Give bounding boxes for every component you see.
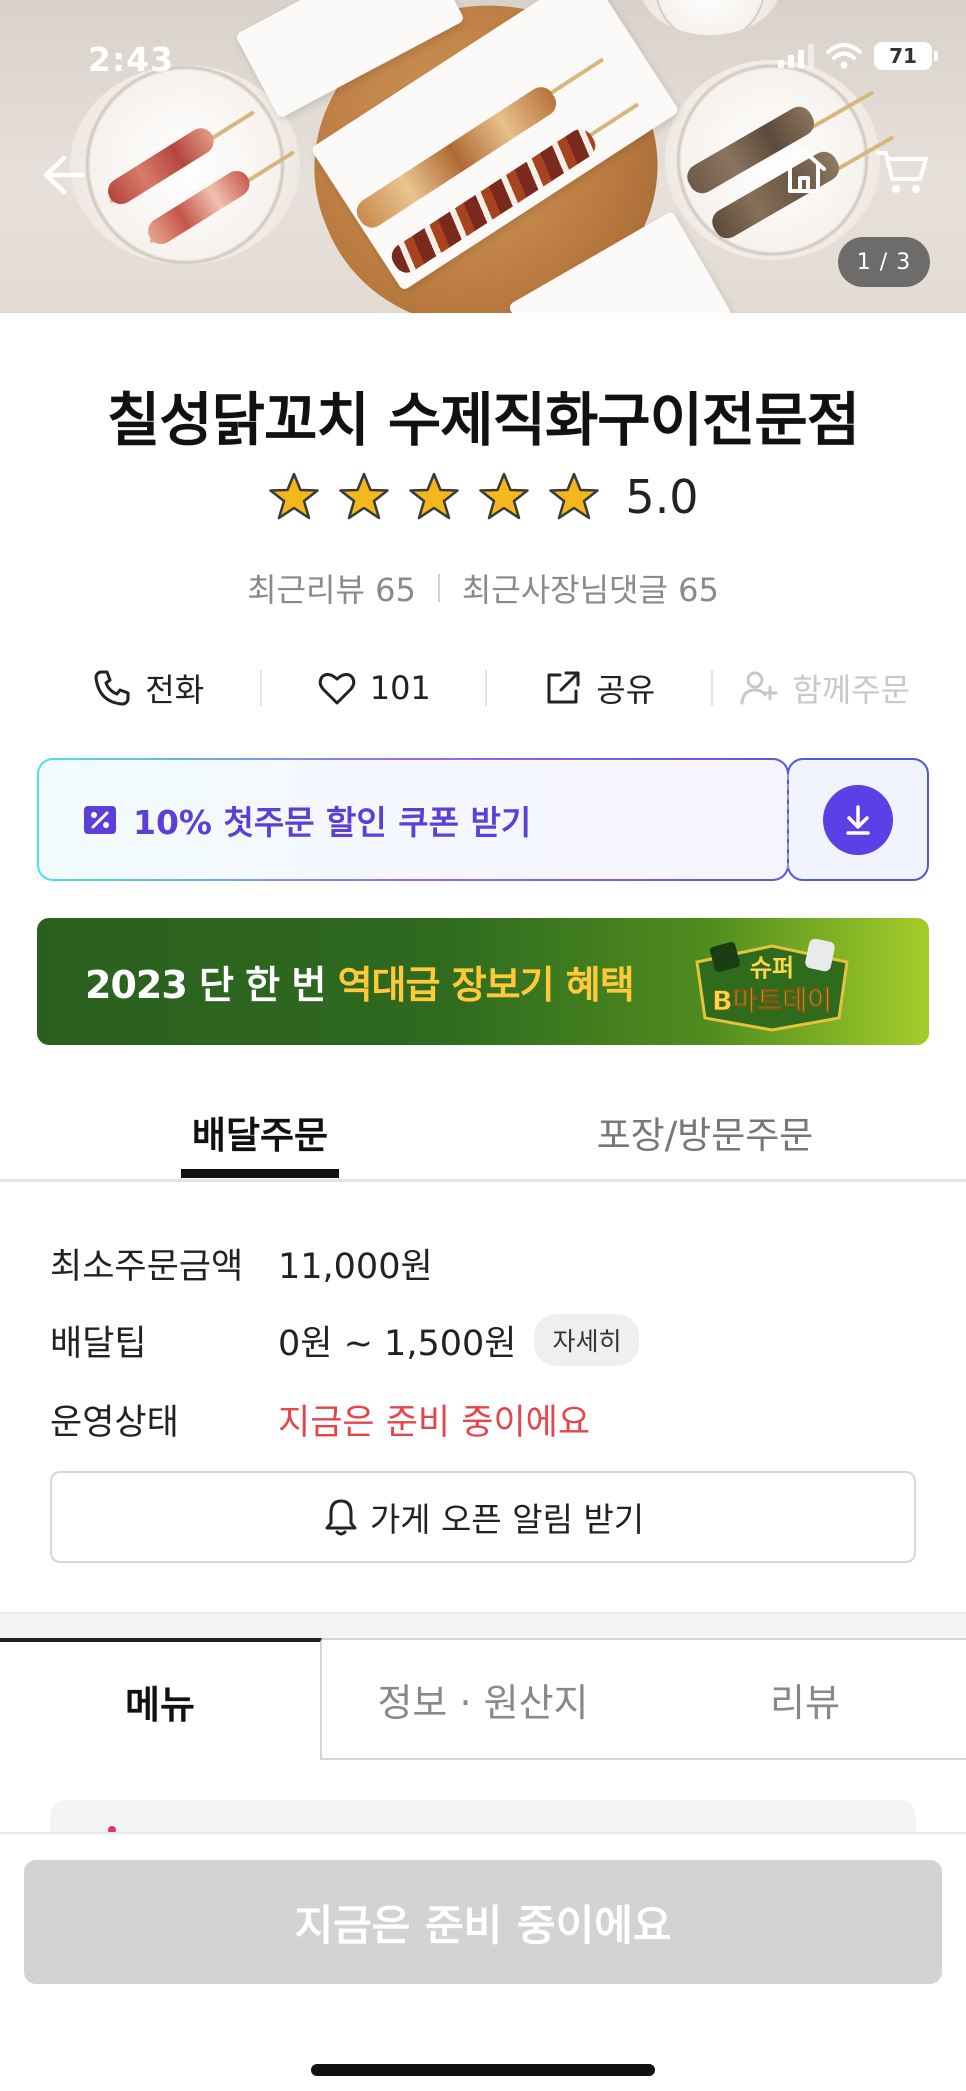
wifi-icon [826,43,862,69]
min-order-label: 최소주문금액 [50,1247,244,1287]
delivery-tip-value: 0원 ~ 1,500원 [278,1323,517,1364]
logo-line2: B마트데이 [712,986,832,1017]
bell-icon [325,1499,357,1536]
recent-owner-replies[interactable]: 최근사장님댓글 65 [462,565,719,611]
tab-info-origin[interactable]: 정보 · 원산지 [322,1638,644,1760]
add-person-icon [740,671,778,705]
battery-icon: 71 [874,42,938,70]
banner-text: 2023 단 한 번 역대급 장보기 혜택 [85,954,635,1009]
group-order-button[interactable]: 함께주문 [713,665,937,711]
min-order-value: 11,000원 [278,1247,433,1287]
store-status-row: 운영상태 지금은 준비 중이에요 [50,1394,590,1445]
store-rating[interactable]: 5.0 [0,470,966,524]
open-notification-button[interactable]: 가게 오픈 알림 받기 [50,1471,916,1563]
image-counter: 1 / 3 [838,237,930,287]
open-notification-label: 가게 오픈 알림 받기 [369,1500,645,1539]
first-order-coupon[interactable]: 10% 첫주문 할인 쿠폰 받기 [37,758,789,881]
tab-menu[interactable]: 메뉴 [0,1638,322,1760]
tab-delivery[interactable]: 배달주문 [181,1105,339,1159]
heart-icon [318,672,355,705]
call-button[interactable]: 전화 [36,665,260,711]
store-hero-image[interactable]: 2:43 71 1 / 3 [0,0,966,313]
section-divider [0,1612,966,1640]
store-status-value: 지금은 준비 중이에요 [278,1403,591,1443]
active-tab-indicator [181,1169,339,1178]
group-order-label: 함께주문 [792,671,911,709]
like-count: 101 [369,669,431,707]
status-time: 2:43 [88,40,175,79]
order-button-disabled[interactable]: 지금은 준비 중이에요 [24,1860,942,1984]
min-order-row: 최소주문금액 11,000원 [50,1238,433,1289]
star-icon [409,472,460,520]
super-bmart-day-logo: 슈퍼 B마트데이 [695,938,849,1032]
discount-coupon-icon [84,805,116,834]
bottom-order-bar: 지금은 준비 중이에요 [0,1832,966,2091]
tab-reviews[interactable]: 리뷰 [644,1638,966,1760]
home-icon[interactable] [778,145,830,197]
store-name: 칠성닭꼬치 수제직화구이전문점 [106,386,860,454]
back-arrow-icon[interactable] [36,150,86,200]
coupon-download-button[interactable] [787,758,929,881]
coupon-text: 10% 첫주문 할인 쿠폰 받기 [133,802,532,842]
cellular-signal-icon [778,44,814,68]
order-type-tabs: 배달주문 포장/방문주문 [0,1085,966,1182]
bmart-day-banner[interactable]: 2023 단 한 번 역대급 장보기 혜택 슈퍼 B마트데이 [37,918,929,1045]
delivery-tip-row: 배달팁 0원 ~ 1,500원 자세히 [50,1314,640,1366]
share-button[interactable]: 공유 [487,665,711,711]
recent-stats: 최근리뷰 65 최근사장님댓글 65 [0,565,966,611]
store-actions: 전화 101 공유 함께주문 [36,660,936,716]
star-icon [479,472,530,520]
plate-decoration [640,0,780,35]
status-icons: 71 [778,42,938,70]
rating-stars [267,471,601,523]
star-icon [339,472,390,520]
store-status-label: 운영상태 [50,1403,179,1443]
call-label: 전화 [145,671,205,709]
phone-icon [94,670,130,706]
store-section-tabs: 메뉴 정보 · 원산지 리뷰 [0,1638,966,1760]
home-indicator [311,2064,655,2076]
star-icon [549,472,600,520]
cart-icon[interactable] [874,145,930,197]
share-label: 공유 [596,671,656,709]
tab-pickup[interactable]: 포장/방문주문 [560,1105,850,1159]
delivery-tip-label: 배달팁 [50,1323,147,1364]
share-icon [547,671,580,704]
divider [437,574,440,602]
recent-reviews[interactable]: 최근리뷰 65 [247,565,416,611]
like-button[interactable]: 101 [262,667,486,709]
logo-line1: 슈퍼 [750,954,794,982]
star-icon [269,472,320,520]
download-icon [846,804,870,835]
banner-text-highlight: 역대급 장보기 혜택 [337,963,635,1007]
rating-value: 5.0 [625,470,699,524]
delivery-tip-detail-button[interactable]: 자세히 [534,1314,640,1366]
banner-text-main: 2023 단 한 번 [85,963,338,1007]
